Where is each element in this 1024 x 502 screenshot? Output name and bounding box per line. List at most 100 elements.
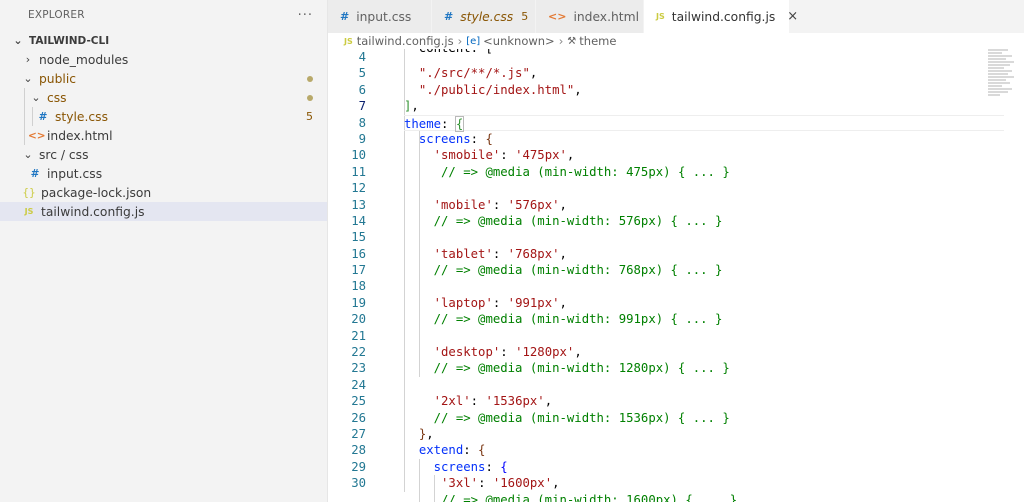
- tree-item-style-css[interactable]: # style.css 5: [0, 107, 327, 126]
- line-number: 10: [351, 148, 366, 163]
- js-file-icon: JS: [656, 12, 665, 21]
- tab-index-html[interactable]: <> index.html: [536, 0, 644, 33]
- tree-item-public[interactable]: ⌄ public: [0, 69, 327, 88]
- chevron-down-icon: ⌄: [13, 34, 23, 47]
- line-number: 23: [351, 361, 366, 376]
- line-number: 4: [358, 50, 366, 64]
- editor-tabs: # input.css # style.css 5 <> index.html …: [328, 0, 1024, 33]
- variable-symbol-icon: [e]: [466, 35, 481, 47]
- code-line: // => @media (min-width: 1280px) { ... }: [433, 361, 730, 376]
- code-line: 'smobile': '475px',: [433, 148, 575, 163]
- code-line: screens: {: [433, 459, 508, 474]
- css-file-icon: #: [444, 10, 454, 23]
- json-file-icon: {}: [22, 186, 36, 199]
- tree-item-label: node_modules: [39, 52, 129, 67]
- css-file-icon: #: [340, 10, 350, 23]
- code-editor[interactable]: 4 5 6 7 8 9 10 11 12 13 14 15 16 17 18 19 20 21 22 23 24 25 26…: [328, 49, 1024, 502]
- breadcrumb-file[interactable]: tailwind.config.js: [357, 34, 454, 48]
- tree-item-node-modules[interactable]: › node_modules: [0, 50, 327, 69]
- problem-count-badge: 5: [306, 110, 313, 123]
- code-line: content: [: [404, 49, 1004, 65]
- js-file-icon: JS: [344, 36, 353, 46]
- line-number: 22: [351, 345, 366, 360]
- line-number: 21: [351, 328, 366, 343]
- close-icon[interactable]: ×: [787, 9, 798, 24]
- line-number: 6: [358, 82, 366, 97]
- tree-item-tailwind-config[interactable]: JS tailwind.config.js: [0, 202, 327, 221]
- line-number: 14: [351, 213, 366, 228]
- line-number: 7: [358, 99, 366, 114]
- line-number-gutter: 4 5 6 7 8 9 10 11 12 13 14 15 16 17 18 19 20 21 22 23 24 25 26…: [328, 49, 388, 492]
- breadcrumb-symbol-unknown[interactable]: <unknown>: [483, 34, 555, 48]
- code-line: 'laptop': '991px',: [433, 295, 567, 310]
- code-line-current: theme: {: [404, 114, 1004, 132]
- tree-item-label: input.css: [47, 166, 103, 181]
- tree-item-label: src / css: [39, 147, 89, 162]
- code-line: // => @media (min-width: 768px) { ... }: [433, 263, 723, 278]
- line-number: 5: [358, 66, 366, 81]
- tree-item-label: tailwind.config.js: [41, 204, 145, 219]
- tree-item-src-css[interactable]: ⌄ src / css: [0, 145, 327, 164]
- code-line: // => @media (min-width: 1600px) { ... }: [441, 492, 738, 502]
- code-line: // => @media (min-width: 1536px) { ... }: [433, 410, 730, 425]
- line-number: 19: [351, 295, 366, 310]
- line-number: 12: [351, 181, 366, 196]
- tab-label: tailwind.config.js: [671, 9, 776, 24]
- explorer-title: EXPLORER: [28, 9, 85, 21]
- tab-label: index.html: [573, 9, 639, 24]
- line-number: 24: [351, 377, 366, 392]
- tree-item-label: public: [39, 71, 76, 86]
- tree-item-package-lock[interactable]: {} package-lock.json: [0, 183, 327, 202]
- line-number: 11: [351, 164, 366, 179]
- code-line: screens: {: [418, 131, 493, 146]
- tree-item-label: index.html: [47, 128, 113, 143]
- chevron-right-icon: ›: [457, 34, 463, 48]
- chevron-right-icon: ›: [558, 34, 564, 48]
- more-actions-icon[interactable]: ···: [298, 8, 313, 23]
- workspace-root[interactable]: ⌄ TAILWIND-CLI: [0, 31, 327, 50]
- tab-tailwind-config[interactable]: JS tailwind.config.js ×: [644, 0, 798, 33]
- tree-item-input-css[interactable]: # input.css: [0, 164, 327, 183]
- tree-item-index-html[interactable]: <> index.html: [0, 126, 327, 145]
- line-number: 20: [351, 312, 366, 327]
- html-file-icon: <>: [548, 10, 567, 23]
- line-number: 25: [351, 394, 366, 409]
- line-number: 30: [351, 476, 366, 491]
- line-number: 15: [351, 230, 366, 245]
- code-line: 'mobile': '576px',: [433, 197, 567, 212]
- code-line: // => @media (min-width: 576px) { ... }: [433, 213, 723, 228]
- code-line: ],: [404, 99, 419, 114]
- modified-dot-icon: [307, 88, 313, 107]
- tab-label: style.css: [460, 9, 514, 24]
- tab-style-css[interactable]: # style.css 5: [432, 0, 536, 33]
- code-line: // => @media (min-width: 475px) { ... }: [441, 164, 730, 179]
- explorer-header: EXPLORER ···: [0, 0, 327, 30]
- tree-item-label: package-lock.json: [41, 185, 152, 200]
- code-line: extend: {: [418, 443, 486, 458]
- minimap[interactable]: [988, 49, 1024, 129]
- code-line: 'desktop': '1280px',: [433, 345, 582, 360]
- line-number: 18: [351, 279, 366, 294]
- line-number: 27: [351, 426, 366, 441]
- tree-item-css-folder[interactable]: ⌄ css: [0, 88, 327, 107]
- workspace-root-label: TAILWIND-CLI: [29, 34, 110, 47]
- tree-item-label: css: [47, 90, 67, 105]
- breadcrumb-symbol-theme[interactable]: theme: [579, 34, 616, 48]
- modified-dot-icon: [307, 69, 313, 88]
- code-line: '2xl': '1536px',: [433, 394, 553, 409]
- line-number: 9: [358, 131, 366, 146]
- tab-input-css[interactable]: # input.css: [328, 0, 432, 33]
- code-line: },: [418, 426, 434, 441]
- code-area[interactable]: content: [ "./src/**/*.js", "./public/in…: [404, 49, 1004, 502]
- line-number: 8: [358, 115, 366, 130]
- code-line: 'tablet': '768px',: [433, 246, 567, 261]
- chevron-down-icon: ⌄: [31, 91, 41, 104]
- line-number: 13: [351, 197, 366, 212]
- code-line: '3xl': '1600px',: [441, 476, 560, 491]
- html-file-icon: <>: [28, 129, 46, 142]
- tab-label: input.css: [356, 9, 412, 24]
